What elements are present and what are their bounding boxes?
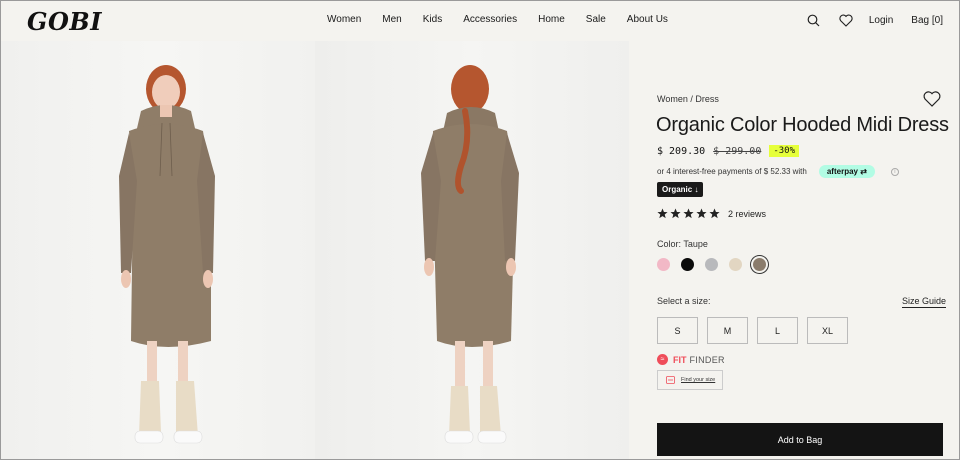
main-nav: Women Men Kids Accessories Home Sale Abo… [327, 14, 689, 25]
size-l-button[interactable]: L [757, 317, 798, 344]
reviews-link[interactable]: 2 reviews [728, 209, 766, 219]
info-icon[interactable]: i [890, 167, 899, 176]
find-your-size-button[interactable]: Find your size [657, 370, 723, 390]
wishlist-heart-icon[interactable] [923, 91, 941, 107]
star-icon [696, 208, 707, 219]
color-swatches [657, 258, 777, 271]
size-xl-button[interactable]: XL [807, 317, 848, 344]
size-m-button[interactable]: M [707, 317, 748, 344]
swatch-black[interactable] [681, 258, 694, 271]
size-label: Select a size: [657, 296, 711, 306]
afterpay-row: or 4 interest-free payments of $ 52.33 w… [657, 165, 899, 178]
heart-icon[interactable] [837, 11, 855, 29]
nav-accessories[interactable]: Accessories [463, 14, 517, 25]
discount-badge: -30% [769, 145, 800, 157]
fit-finder-brand: ≈ FIT FINDER [657, 354, 725, 365]
tape-icon [666, 376, 675, 384]
afterpay-label: afterpay [826, 167, 858, 176]
fit-finder-label-b: FINDER [689, 354, 725, 365]
star-icon [670, 208, 681, 219]
fit-finder-label-a: FIT [673, 354, 687, 365]
price-row: $ 209.30 $ 299.00 -30% [657, 145, 800, 157]
nav-kids[interactable]: Kids [423, 14, 442, 25]
current-price: $ 209.30 [657, 145, 706, 157]
bag-link[interactable]: Bag [0] [911, 15, 943, 26]
login-link[interactable]: Login [869, 15, 893, 26]
product-image-front[interactable] [1, 41, 315, 459]
size-guide-link[interactable]: Size Guide [902, 296, 947, 308]
nav-women[interactable]: Women [327, 14, 361, 25]
size-s-button[interactable]: S [657, 317, 698, 344]
afterpay-badge[interactable]: afterpay ⇄ [818, 165, 875, 178]
organic-badge[interactable]: Organic ↓ [657, 182, 704, 197]
original-price: $ 299.00 [713, 145, 762, 157]
brand-logo[interactable]: GOBI [27, 7, 102, 36]
nav-about-us[interactable]: About Us [627, 14, 668, 25]
product-title: Organic Color Hooded Midi Dress [656, 114, 949, 136]
size-options: S M L XL [657, 317, 857, 344]
product-gallery [1, 41, 629, 459]
star-icon [683, 208, 694, 219]
swatch-taupe[interactable] [753, 258, 766, 271]
product-image-back[interactable] [315, 41, 629, 459]
color-label: Color: Taupe [657, 239, 708, 249]
product-page: GOBI Women Men Kids Accessories Home Sal… [0, 0, 960, 460]
swatch-beige[interactable] [729, 258, 742, 271]
installments-text: or 4 interest-free payments of $ 52.33 w… [657, 167, 807, 176]
site-header: GOBI Women Men Kids Accessories Home Sal… [1, 1, 959, 41]
nav-men[interactable]: Men [382, 14, 401, 25]
header-actions: Login Bag [0] [805, 11, 943, 29]
product-details: Women / Dress Organic Color Hooded Midi … [629, 41, 959, 459]
rating-stars[interactable]: 2 reviews [657, 208, 766, 219]
fit-finder-logo-icon: ≈ [657, 354, 668, 365]
search-icon[interactable] [805, 11, 823, 29]
add-to-bag-button[interactable]: Add to Bag [657, 423, 943, 456]
nav-sale[interactable]: Sale [586, 14, 606, 25]
find-your-size-label: Find your size [681, 377, 716, 383]
swatch-grey[interactable] [705, 258, 718, 271]
star-icon [657, 208, 668, 219]
nav-home[interactable]: Home [538, 14, 565, 25]
star-icon [709, 208, 720, 219]
breadcrumb[interactable]: Women / Dress [657, 94, 719, 104]
swatch-pink[interactable] [657, 258, 670, 271]
